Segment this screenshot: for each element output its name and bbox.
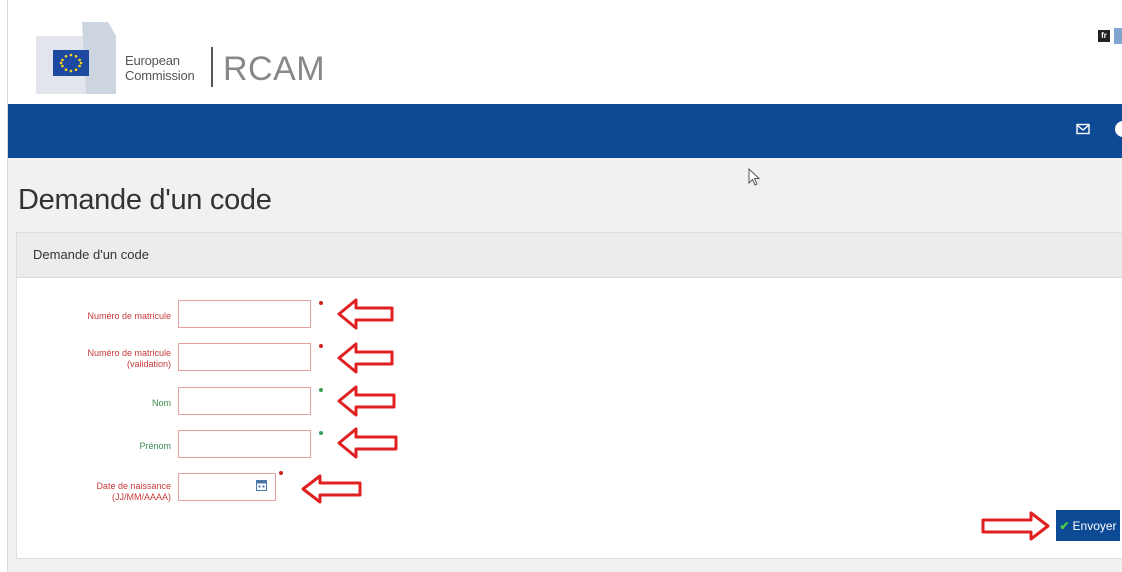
top-navbar bbox=[8, 104, 1122, 158]
site-header: European Commission RCAM fr bbox=[8, 0, 1122, 104]
matricule-label: Numéro de matricule bbox=[87, 311, 171, 321]
prenom-input[interactable] bbox=[178, 430, 311, 458]
panel-title: Demande d'un code bbox=[33, 247, 149, 262]
language-selector[interactable]: fr bbox=[1098, 30, 1110, 42]
required-marker bbox=[319, 388, 323, 392]
calendar-icon[interactable] bbox=[256, 479, 267, 491]
organization-name: European Commission bbox=[125, 53, 195, 83]
annotation-arrow-left-icon bbox=[337, 427, 398, 459]
matricule-input[interactable] bbox=[178, 300, 311, 328]
required-marker bbox=[319, 431, 323, 435]
annotation-arrow-left-icon bbox=[301, 474, 362, 504]
prenom-label: Prénom bbox=[139, 441, 171, 451]
language-menu-icon[interactable] bbox=[1114, 28, 1122, 44]
matricule-validation-label-line2: (validation) bbox=[126, 359, 171, 369]
mail-icon[interactable] bbox=[1076, 122, 1090, 136]
request-code-panel: Demande d'un code Numéro de matricule Nu… bbox=[16, 232, 1122, 559]
required-marker bbox=[279, 471, 283, 475]
page-title: Demande d'un code bbox=[18, 184, 272, 216]
annotation-arrow-left-icon bbox=[337, 342, 394, 374]
annotation-arrow-left-icon bbox=[337, 385, 396, 417]
app-title: RCAM bbox=[223, 50, 326, 88]
user-icon[interactable] bbox=[1115, 121, 1122, 137]
mouse-cursor-icon bbox=[748, 168, 761, 186]
annotation-arrow-right-icon bbox=[981, 511, 1050, 541]
eu-flag-logo[interactable] bbox=[36, 22, 116, 94]
header-divider bbox=[211, 47, 213, 87]
envoyer-button-label: Envoyer bbox=[1072, 518, 1117, 533]
date-naissance-label: Date de naissance (JJ/MM/AAAA) bbox=[21, 481, 171, 503]
panel-header: Demande d'un code bbox=[17, 233, 1122, 278]
date-naissance-label-line1: Date de naissance bbox=[96, 481, 171, 491]
matricule-validation-label-line1: Numéro de matricule bbox=[87, 348, 171, 358]
nom-label: Nom bbox=[151, 398, 171, 408]
organization-name-line1: European bbox=[125, 53, 180, 68]
required-marker bbox=[319, 301, 323, 305]
date-naissance-label-line2: (JJ/MM/AAAA) bbox=[111, 492, 171, 502]
main-content: Demande d'un code Demande d'un code Numé… bbox=[8, 158, 1122, 572]
checkmark-icon: ✔ bbox=[1059, 518, 1070, 533]
organization-name-line2: Commission bbox=[125, 68, 195, 83]
annotation-arrow-left-icon bbox=[337, 298, 394, 330]
nom-input[interactable] bbox=[178, 387, 311, 415]
matricule-validation-input[interactable] bbox=[178, 343, 311, 371]
required-marker bbox=[319, 344, 323, 348]
matricule-validation-label: Numéro de matricule (validation) bbox=[21, 348, 171, 370]
envoyer-button[interactable]: ✔ Envoyer bbox=[1056, 510, 1120, 541]
